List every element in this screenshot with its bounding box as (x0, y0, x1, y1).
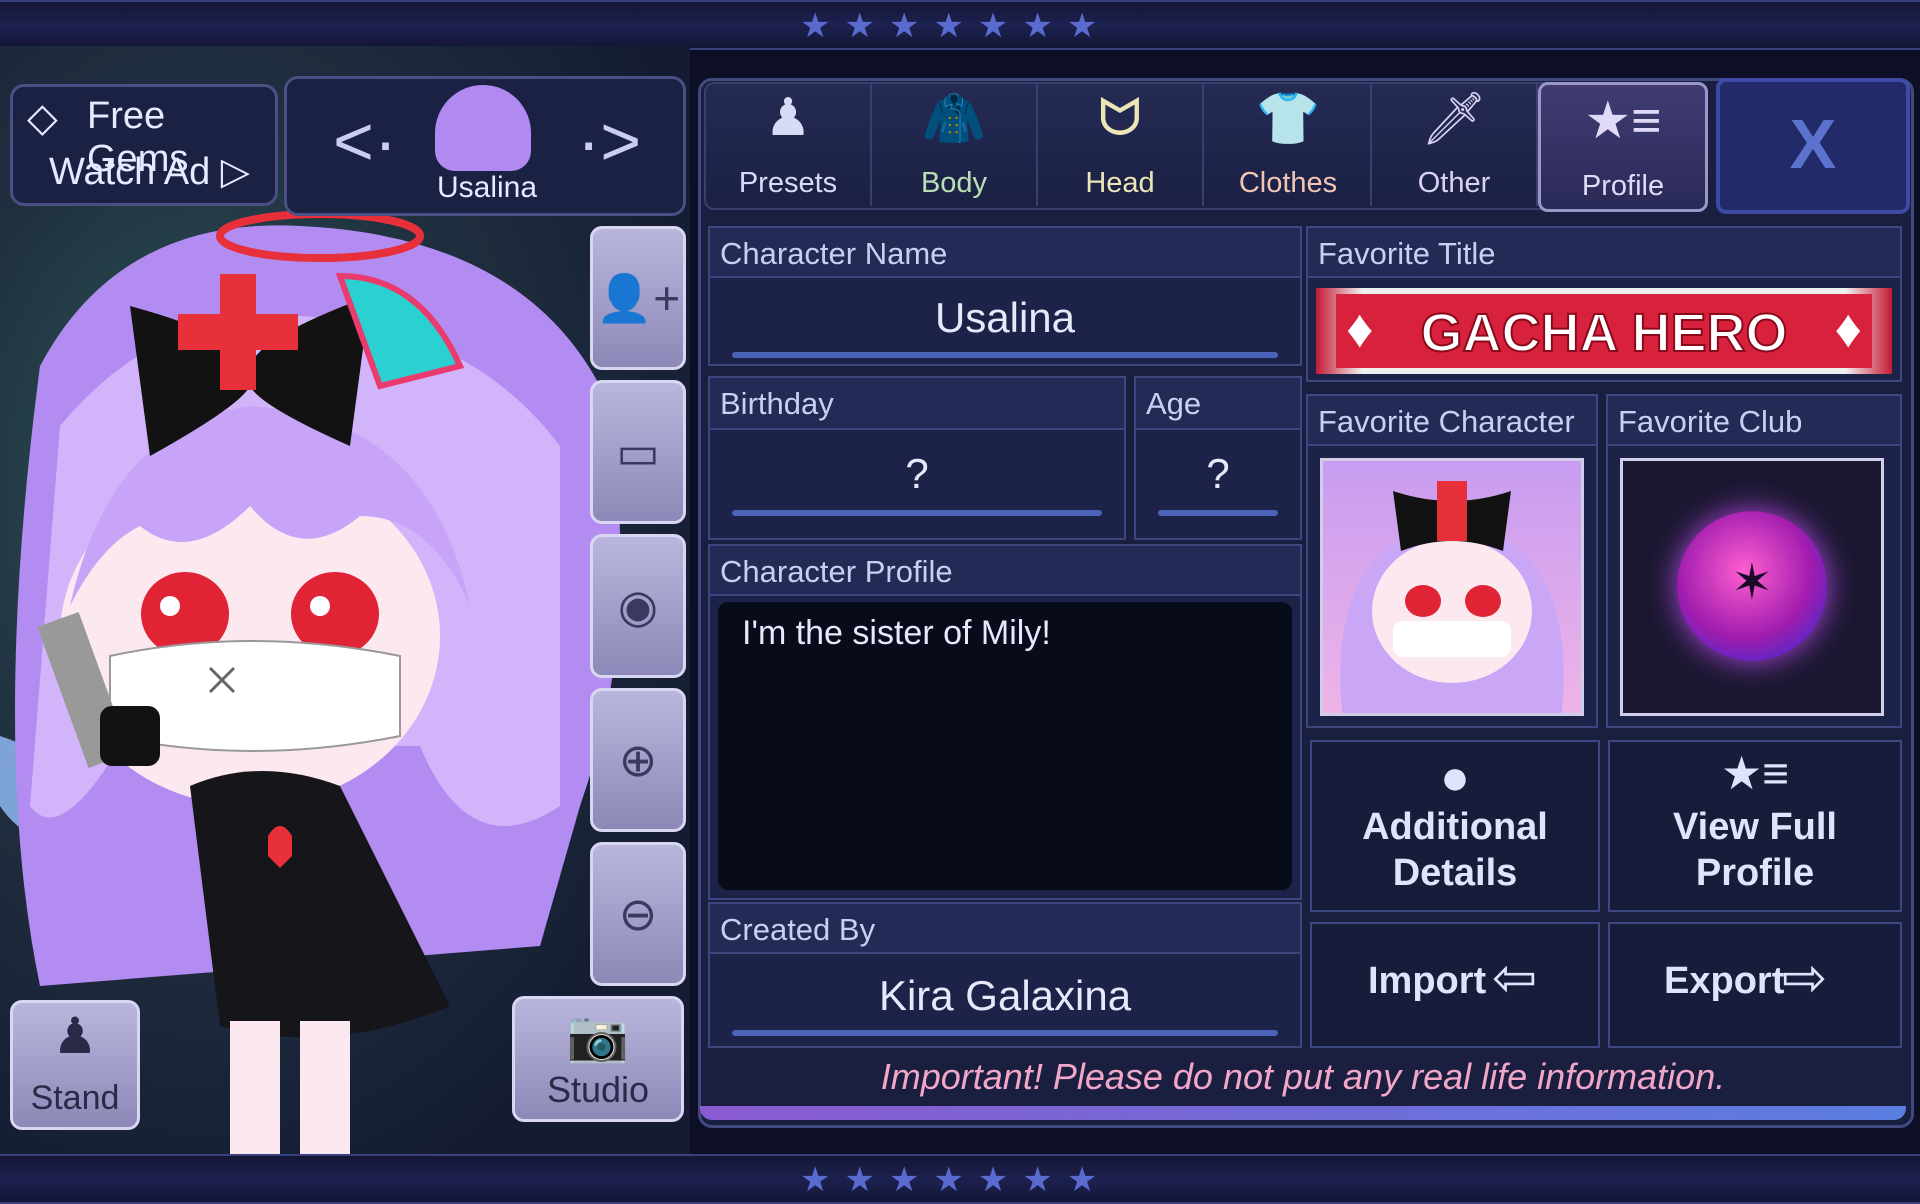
zoom-in-icon: ⊕ (618, 734, 658, 786)
import-label: Import (1368, 960, 1487, 1002)
character-profile-textarea[interactable]: I'm the sister of Mily! (718, 602, 1292, 890)
zoom-out-icon: ⊖ (618, 888, 658, 940)
close-button[interactable]: X (1716, 78, 1910, 214)
favorite-club-emblem: ✶ (1620, 458, 1884, 716)
favorite-title-label: Favorite Title (1318, 236, 1496, 271)
club-star-icon: ✶ (1731, 554, 1773, 610)
view-full-profile-button[interactable]: ★≡ View Full Profile (1608, 740, 1902, 912)
tab-body[interactable]: 🧥 Body (872, 82, 1038, 206)
privacy-warning: Important! Please do not put any real li… (880, 1056, 1726, 1097)
tab-presets[interactable]: ♟ Presets (706, 82, 872, 206)
tab-head[interactable]: ᗢ Head (1038, 82, 1204, 206)
character-avatar (435, 85, 531, 171)
person-icon: ♟ (52, 1008, 98, 1064)
character-selector: <· ·> Usalina (284, 76, 686, 216)
character-profile-label: Character Profile (720, 554, 953, 589)
tab-label: Clothes (1238, 167, 1338, 199)
favorite-club-field[interactable]: Favorite Club ✶ (1606, 394, 1902, 728)
created-by-input[interactable]: Kira Galaxina (710, 972, 1300, 1020)
additional-details-label: Additional Details (1362, 806, 1548, 894)
bottom-star-bar: ★★★★★★★ (0, 1154, 1920, 1204)
view-full-profile-label: View Full Profile (1672, 806, 1837, 894)
star-list-icon: ★≡ (1584, 92, 1662, 150)
export-icon: ⇨ (1782, 948, 1828, 1008)
add-person-icon: 👤+ (595, 272, 681, 324)
hair-icon: ᗢ (1098, 89, 1142, 147)
import-button[interactable]: Import ⇦ (1310, 922, 1600, 1048)
gem-icon: ◇ (27, 96, 58, 140)
close-icon: X (1789, 105, 1837, 183)
visibility-button[interactable]: ◉ (590, 534, 686, 678)
eye-icon: ◉ (617, 580, 659, 632)
created-by-label: Created By (720, 912, 876, 947)
sword-cat-icon: 🗡 (1420, 90, 1487, 148)
stand-button[interactable]: ♟ Stand (10, 1000, 140, 1130)
age-label: Age (1146, 386, 1202, 421)
character-name-input[interactable]: Usalina (710, 294, 1300, 342)
tab-label: Other (1417, 167, 1491, 199)
export-label: Export (1664, 960, 1785, 1002)
birthday-field: Birthday ? (708, 376, 1126, 540)
portrait-illustration (1340, 481, 1564, 713)
previous-character-button[interactable]: <· (333, 101, 397, 181)
watch-ad-label: Watch Ad ▷ (49, 151, 251, 193)
tab-label: Presets (738, 167, 838, 199)
decorative-stars: ★★★★★★★ (800, 1161, 1112, 1199)
tab-other[interactable]: 🗡 Other (1372, 82, 1538, 206)
camera-icon: 📷 (566, 1008, 630, 1064)
next-character-button[interactable]: ·> (577, 101, 641, 181)
person-icon: ♟ (764, 89, 812, 147)
underline (1158, 510, 1278, 516)
zoom-in-button[interactable]: ⊕ (590, 688, 686, 832)
favorite-title-field[interactable]: Favorite Title ♦ ♦ GACHA HERO (1306, 226, 1902, 382)
apple-icon: ● (1439, 749, 1471, 805)
underline (732, 510, 1102, 516)
star-list-icon: ★≡ (1720, 747, 1790, 799)
favorite-character-label: Favorite Character (1318, 404, 1575, 439)
character-name: Usalina (436, 171, 538, 204)
birthday-input[interactable]: ? (710, 450, 1124, 498)
background-button[interactable]: ▭ (590, 380, 686, 524)
character-scene[interactable]: ◇ Free Gems Watch Ad ▷ <· ·> Usalina 👤+ … (0, 46, 690, 1154)
studio-button[interactable]: 📷 Studio (512, 996, 684, 1122)
birthday-label: Birthday (720, 386, 834, 421)
favorite-title-text: GACHA HERO (1419, 302, 1788, 364)
stand-label: Stand (30, 1079, 120, 1117)
character-profile-field: Character Profile I'm the sister of Mily… (708, 544, 1302, 900)
age-field: Age ? (1134, 376, 1302, 540)
add-character-button[interactable]: 👤+ (590, 226, 686, 370)
tab-profile[interactable]: ★≡ Profile (1538, 82, 1708, 212)
favorite-club-label: Favorite Club (1618, 404, 1803, 439)
favorite-character-field[interactable]: Favorite Character (1306, 394, 1598, 728)
import-icon: ⇦ (1492, 948, 1538, 1008)
tab-clothes[interactable]: 👕 Clothes (1206, 82, 1372, 206)
underline (732, 352, 1278, 358)
tab-label: Body (920, 167, 988, 199)
export-button[interactable]: Export ⇨ (1608, 922, 1902, 1048)
underline (732, 1030, 1278, 1036)
character-profile-text: I'm the sister of Mily! (742, 614, 1051, 652)
studio-label: Studio (546, 1069, 650, 1110)
additional-details-button[interactable]: ● Additional Details (1310, 740, 1600, 912)
tab-label: Profile (1581, 170, 1665, 202)
created-by-field: Created By Kira Galaxina (708, 902, 1302, 1048)
free-gems-button[interactable]: ◇ Free Gems Watch Ad ▷ (10, 84, 278, 206)
favorite-title-banner: ♦ ♦ GACHA HERO (1316, 288, 1892, 374)
favorite-character-portrait (1320, 458, 1584, 716)
character-name-field: Character Name Usalina (708, 226, 1302, 366)
top-star-bar: ★★★★★★★ (0, 0, 1920, 50)
character-name-label: Character Name (720, 236, 948, 271)
panel-bottom-bar (700, 1106, 1906, 1120)
image-icon: ▭ (616, 426, 660, 478)
shirt-icon: 👕 (1255, 90, 1321, 148)
zoom-out-button[interactable]: ⊖ (590, 842, 686, 986)
jacket-icon: 🧥 (921, 90, 987, 148)
tab-label: Head (1085, 167, 1155, 199)
decorative-stars: ★★★★★★★ (800, 7, 1112, 45)
age-input[interactable]: ? (1136, 450, 1300, 498)
